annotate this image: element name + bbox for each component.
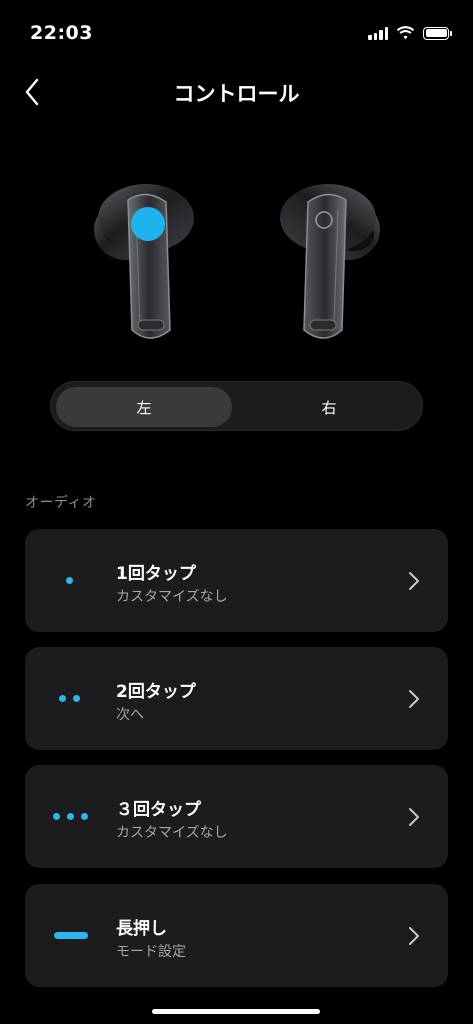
triple-dot-icon	[51, 811, 91, 823]
control-double-tap[interactable]: 2回タップ 次へ	[25, 647, 448, 750]
chevron-right-icon	[409, 571, 419, 590]
chevron-right-icon	[409, 807, 419, 826]
single-dot-icon	[51, 575, 91, 587]
page-title: コントロール	[173, 82, 300, 106]
control-triple-tap[interactable]: ３回タップ カスタマイズなし	[25, 765, 448, 868]
control-subtitle: 次へ	[116, 707, 144, 723]
control-title: 1回タップ	[116, 564, 196, 584]
control-subtitle: カスタマイズなし	[116, 589, 228, 605]
section-label: オーディオ	[25, 495, 97, 511]
left-earbud-image[interactable]	[88, 180, 198, 350]
nav-bar: コントロール	[0, 70, 473, 114]
control-long-press[interactable]: 長押し モード設定	[25, 884, 448, 987]
status-time: 22:03	[30, 22, 93, 44]
control-subtitle: モード設定	[116, 944, 186, 960]
status-icons	[368, 26, 452, 40]
tab-right[interactable]: 右	[241, 387, 417, 427]
control-title: ３回タップ	[116, 800, 201, 820]
side-selector: 左 右	[50, 381, 423, 431]
wifi-icon	[396, 26, 415, 40]
chevron-right-icon	[409, 689, 419, 708]
double-dot-icon	[51, 693, 91, 705]
right-earbud-image[interactable]	[276, 180, 386, 350]
battery-level	[425, 29, 447, 37]
battery-icon	[423, 26, 452, 40]
home-indicator[interactable]	[152, 1009, 320, 1014]
long-press-bar-icon	[51, 930, 91, 942]
cellular-signal-icon	[368, 26, 388, 40]
control-title: 長押し	[116, 919, 167, 939]
status-bar: 22:03	[0, 0, 473, 60]
earbuds-illustration	[0, 170, 473, 350]
control-single-tap[interactable]: 1回タップ カスタマイズなし	[25, 529, 448, 632]
chevron-right-icon	[409, 926, 419, 945]
tab-left[interactable]: 左	[56, 387, 232, 427]
tap-area-marker	[131, 207, 165, 241]
control-subtitle: カスタマイズなし	[116, 825, 228, 841]
control-title: 2回タップ	[116, 682, 196, 702]
